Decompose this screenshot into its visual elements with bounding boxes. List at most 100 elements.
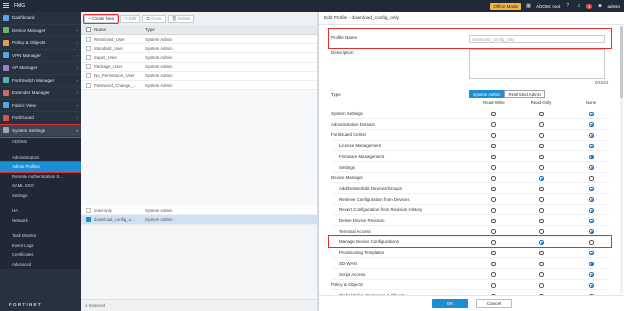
- radio-read-write[interactable]: [491, 229, 496, 235]
- sidebar-subitem-certificates[interactable]: Certificates: [0, 250, 81, 260]
- radio-read-only[interactable]: [539, 186, 544, 192]
- sidebar-item-policy-objects[interactable]: Policy & Objects ›: [0, 37, 81, 50]
- radio-none[interactable]: [589, 154, 594, 160]
- radio-read-write[interactable]: [491, 208, 496, 213]
- radio-read-write[interactable]: [491, 197, 496, 202]
- radio-read-only[interactable]: [539, 229, 544, 235]
- profile-name-input[interactable]: download_config_only: [469, 35, 605, 43]
- row-checkbox[interactable]: [86, 207, 91, 213]
- sidebar-item-ap-manager[interactable]: AP Manager ›: [0, 62, 81, 75]
- row-checkbox[interactable]: [86, 54, 91, 60]
- adom-selector[interactable]: ADOM: root: [536, 4, 560, 9]
- sidebar-item-fabric-view[interactable]: Fabric View ›: [0, 100, 81, 112]
- sidebar-subitem-advanced[interactable]: Advanced: [0, 260, 81, 270]
- radio-read-write[interactable]: [491, 111, 496, 117]
- radio-none[interactable]: [589, 218, 594, 224]
- sidebar-item-system-settings[interactable]: System Settings ▾: [0, 123, 82, 138]
- radio-read-write[interactable]: [491, 218, 496, 224]
- radio-read-only[interactable]: [539, 175, 544, 181]
- radio-read-write[interactable]: [491, 165, 496, 170]
- radio-none[interactable]: [589, 261, 594, 267]
- cancel-button[interactable]: Cancel: [476, 299, 512, 308]
- type-restricted-admin[interactable]: Restricted Admin: [504, 90, 545, 98]
- radio-read-write[interactable]: [491, 143, 496, 149]
- radio-none[interactable]: [589, 208, 594, 213]
- select-all-checkbox[interactable]: [86, 27, 91, 32]
- ok-button[interactable]: OK: [432, 299, 468, 308]
- sidebar-subitem-administrators[interactable]: Administrators: [0, 153, 81, 163]
- sidebar-subitem-task-monitor[interactable]: Task Monitor: [0, 231, 81, 241]
- radio-read-only[interactable]: [539, 272, 544, 277]
- sidebar-subitem-adoms[interactable]: ADOMs: [0, 137, 81, 147]
- sidebar-subitem-remote-authentication-s[interactable]: Remote Authentication S...: [0, 172, 81, 182]
- type-system-admin[interactable]: System Admin: [469, 90, 505, 98]
- radio-read-only[interactable]: [539, 208, 544, 213]
- table-row[interactable]: read-only System Admin: [81, 206, 317, 216]
- radio-none[interactable]: [589, 250, 594, 256]
- terminal-icon[interactable]: ▦: [525, 3, 532, 10]
- radio-none[interactable]: [589, 197, 594, 202]
- table-row[interactable]: Standard_User System Admin: [81, 44, 317, 54]
- column-name[interactable]: Name: [94, 27, 145, 32]
- radio-read-only[interactable]: [539, 197, 544, 202]
- sidebar-subitem-network[interactable]: Network: [0, 216, 81, 226]
- radio-none[interactable]: [589, 282, 594, 288]
- radio-read-only[interactable]: [539, 122, 544, 128]
- sidebar-subitem-settings[interactable]: Settings: [0, 191, 81, 201]
- radio-read-only[interactable]: [539, 218, 544, 224]
- office-mode-badge[interactable]: Office Mode: [490, 2, 521, 10]
- create-new-button[interactable]: + Create New: [82, 13, 120, 24]
- row-checkbox[interactable]: [86, 216, 91, 222]
- radio-read-write[interactable]: [491, 261, 496, 267]
- radio-read-only[interactable]: [539, 261, 544, 267]
- radio-none[interactable]: [589, 165, 594, 170]
- radio-read-write[interactable]: [491, 250, 496, 256]
- table-row[interactable]: Super_User System Admin: [81, 53, 317, 63]
- sidebar-item-extender-manager[interactable]: Extender Manager ›: [0, 87, 81, 100]
- row-checkbox[interactable]: [86, 45, 91, 51]
- column-type[interactable]: Type: [145, 27, 305, 32]
- radio-read-write[interactable]: [491, 282, 496, 288]
- sidebar-item-dashboard[interactable]: Dashboard: [0, 12, 81, 25]
- radio-read-write[interactable]: [491, 133, 496, 138]
- radio-read-write[interactable]: [491, 186, 496, 192]
- sidebar-item-vpn-manager[interactable]: VPN Manager ›: [0, 50, 81, 62]
- scrollbar-thumb[interactable]: [620, 26, 623, 98]
- table-row[interactable]: Restricted_User System Admin: [81, 35, 317, 45]
- radio-none[interactable]: [589, 111, 594, 117]
- table-row[interactable]: Password_Change_... System Admin: [81, 80, 317, 91]
- radio-read-write[interactable]: [491, 122, 496, 128]
- table-row[interactable]: download_config_o... System Admin: [81, 215, 317, 225]
- radio-read-write[interactable]: [491, 272, 496, 277]
- table-row[interactable]: No_Permission_User System Admin: [81, 71, 317, 81]
- row-checkbox[interactable]: [86, 82, 91, 88]
- radio-read-only[interactable]: [539, 133, 544, 138]
- user-name[interactable]: admin: [607, 4, 620, 9]
- radio-none[interactable]: [589, 122, 594, 128]
- sidebar-item-fortiguard[interactable]: FortiGuard ›: [0, 112, 81, 125]
- help-icon[interactable]: ?: [564, 3, 571, 10]
- sidebar-subitem-event-logs[interactable]: Event Logs: [0, 241, 81, 251]
- radio-none[interactable]: [589, 229, 594, 235]
- radio-none[interactable]: [589, 133, 594, 138]
- radio-read-write[interactable]: [491, 154, 496, 160]
- radio-read-only[interactable]: [539, 143, 544, 149]
- row-checkbox[interactable]: [86, 73, 91, 79]
- radio-read-write[interactable]: [491, 175, 496, 181]
- radio-read-only[interactable]: [539, 250, 544, 256]
- sidebar-item-fortiswitch-manager[interactable]: FortiSwitch Manager ›: [0, 75, 81, 87]
- row-checkbox[interactable]: [86, 64, 91, 70]
- table-row[interactable]: Package_User System Admin: [81, 62, 317, 72]
- description-textarea[interactable]: [469, 49, 605, 79]
- radio-read-only[interactable]: [539, 154, 544, 160]
- edit-button[interactable]: ✎ Edit: [120, 14, 141, 23]
- sidebar-subitem-saml-sso[interactable]: SAML SSO: [0, 181, 81, 191]
- menu-icon[interactable]: [3, 3, 9, 9]
- sidebar-subitem-admin-profiles[interactable]: Admin Profiles: [0, 161, 82, 173]
- radio-none[interactable]: [589, 175, 594, 181]
- radio-read-only[interactable]: [539, 282, 544, 288]
- radio-none[interactable]: [589, 272, 594, 277]
- radio-none[interactable]: [589, 143, 594, 149]
- clone-button[interactable]: ⧉ Clone: [142, 14, 166, 23]
- user-icon[interactable]: ☻: [596, 3, 603, 10]
